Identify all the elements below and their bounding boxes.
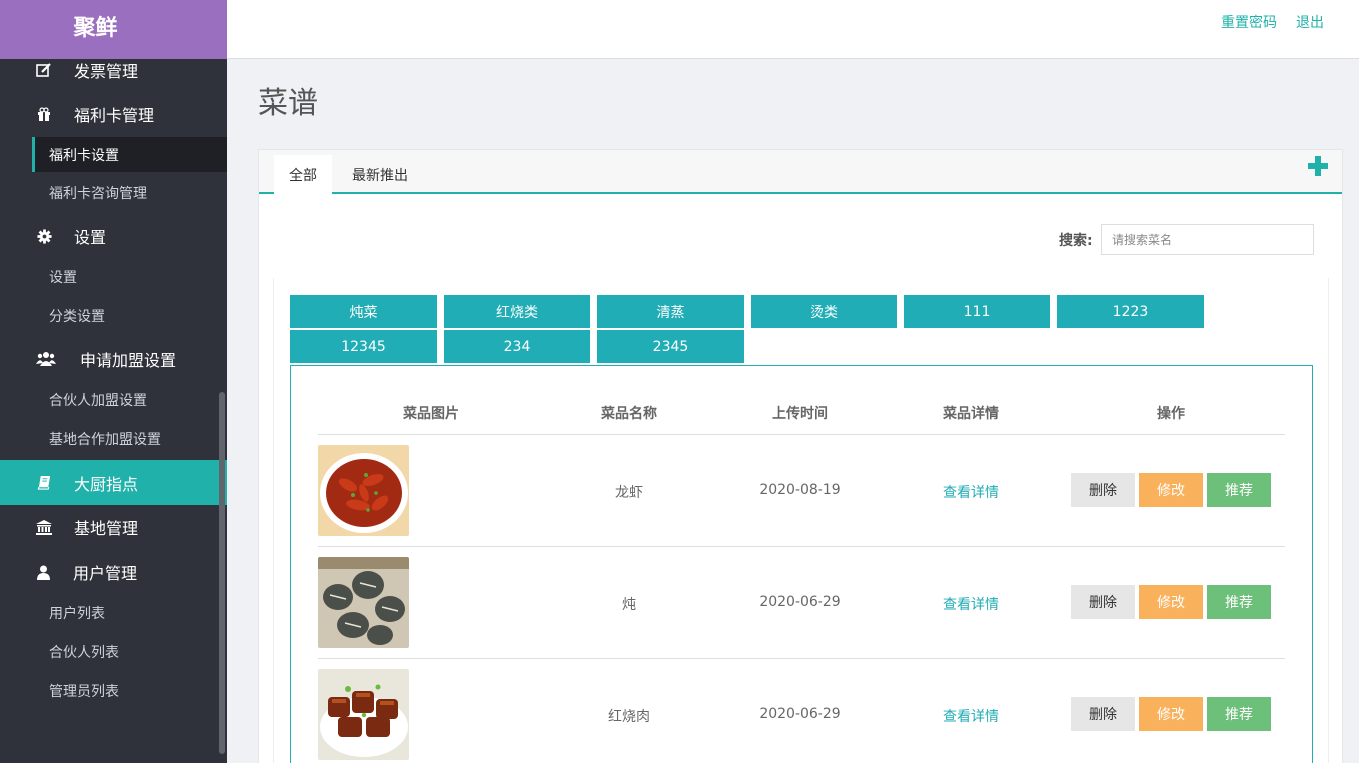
sidebar-subitem-label: 用户列表	[49, 606, 105, 622]
sidebar-subitem-base-franchise[interactable]: 基地合作加盟设置	[0, 420, 227, 458]
upload-date: 2020-06-29	[759, 706, 841, 722]
app-logo: 聚鲜	[0, 0, 227, 59]
delete-button[interactable]: 删除	[1071, 585, 1135, 619]
recommend-button[interactable]: 推荐	[1207, 473, 1271, 507]
edit-button[interactable]: 修改	[1139, 585, 1203, 619]
sidebar-subitem-label: 福利卡咨询管理	[49, 186, 147, 202]
dish-image	[318, 669, 409, 760]
view-detail-link[interactable]: 查看详情	[901, 594, 1041, 614]
category-button[interactable]: 111	[904, 295, 1050, 328]
reset-password-link[interactable]: 重置密码	[1221, 12, 1277, 32]
sidebar-item-label: 申请加盟设置	[80, 351, 177, 370]
dish-image	[318, 557, 409, 648]
sidebar-subitem-settings[interactable]: 设置	[0, 258, 227, 296]
sidebar-subitem-welfare-card-inquiry[interactable]: 福利卡咨询管理	[0, 174, 227, 212]
dish-image	[318, 445, 409, 536]
recipe-panel: 全部 最新推出 搜索: 炖菜 红烧类 清蒸 烫类 111 1223 12345 …	[258, 149, 1343, 763]
sidebar-item-franchise-settings[interactable]: 申请加盟设置	[0, 337, 227, 381]
sidebar-subitem-admin-list[interactable]: 管理员列表	[0, 672, 227, 710]
sidebar-subitem-welfare-card-settings[interactable]: 福利卡设置	[32, 137, 227, 172]
sidebar-item-invoice[interactable]: 发票管理	[0, 59, 227, 81]
tab-latest[interactable]: 最新推出	[341, 155, 419, 194]
table-header-name: 菜品名称	[601, 406, 657, 422]
sidebar-item-label: 设置	[74, 228, 107, 247]
divider	[318, 434, 1285, 435]
delete-button[interactable]: 删除	[1071, 697, 1135, 731]
divider	[318, 546, 1285, 547]
sidebar-subitem-label: 合伙人列表	[49, 645, 119, 661]
category-button[interactable]: 12345	[290, 330, 437, 363]
user-icon	[36, 564, 50, 580]
sidebar-subitem-category-settings[interactable]: 分类设置	[0, 297, 227, 335]
sidebar-subitem-label: 基地合作加盟设置	[49, 432, 161, 448]
sidebar-item-label: 基地管理	[74, 519, 139, 538]
category-button[interactable]: 烫类	[751, 295, 897, 328]
search-input[interactable]	[1101, 224, 1314, 255]
sidebar-scrollbar[interactable]	[219, 392, 225, 754]
edit-button[interactable]: 修改	[1139, 697, 1203, 731]
category-button[interactable]: 234	[444, 330, 590, 363]
category-button[interactable]: 1223	[1057, 295, 1204, 328]
table-header-date: 上传时间	[772, 406, 828, 422]
table-header-actions: 操作	[1157, 406, 1185, 422]
sidebar-item-chef-tips[interactable]: 大厨指点	[0, 460, 227, 505]
category-button[interactable]: 炖菜	[290, 295, 437, 328]
divider	[318, 658, 1285, 659]
sidebar-subitem-partner-list[interactable]: 合伙人列表	[0, 633, 227, 671]
sidebar-item-label: 发票管理	[74, 62, 139, 81]
edit-icon	[36, 62, 52, 78]
sidebar-subitem-label: 福利卡设置	[49, 147, 119, 164]
sidebar-item-user-management[interactable]: 用户管理	[0, 550, 227, 594]
sidebar-item-label: 用户管理	[73, 564, 138, 583]
logout-link[interactable]: 退出	[1296, 12, 1324, 32]
table-header-detail: 菜品详情	[943, 406, 999, 422]
users-icon	[36, 351, 56, 367]
recommend-button[interactable]: 推荐	[1207, 697, 1271, 731]
recommend-button[interactable]: 推荐	[1207, 585, 1271, 619]
upload-date: 2020-06-29	[759, 594, 841, 610]
sidebar-item-label: 大厨指点	[74, 474, 139, 494]
recipe-table: 菜品图片 菜品名称 上传时间 菜品详情 操作 龙虾 2020-08-19 查看详…	[290, 365, 1313, 763]
sidebar-item-settings[interactable]: 设置	[0, 214, 227, 258]
delete-button[interactable]: 删除	[1071, 473, 1135, 507]
dish-name: 红烧肉	[608, 709, 650, 725]
sidebar-item-base-management[interactable]: 基地管理	[0, 505, 227, 549]
book-icon	[36, 475, 52, 491]
sidebar: 聚鲜 发票管理 福利卡管理 福利卡设置 福利卡咨询管理 设置 设置 分类设置 申…	[0, 0, 227, 763]
dish-name: 龙虾	[615, 485, 643, 501]
gear-icon	[36, 228, 52, 244]
tab-bar: 全部 最新推出	[259, 150, 1342, 194]
category-button[interactable]: 红烧类	[444, 295, 590, 328]
sidebar-subitem-label: 设置	[49, 270, 77, 286]
add-icon[interactable]	[1308, 156, 1328, 176]
table-header-image: 菜品图片	[403, 406, 459, 422]
upload-date: 2020-08-19	[759, 482, 841, 498]
tab-all[interactable]: 全部	[274, 155, 332, 194]
sidebar-subitem-partner-franchise[interactable]: 合伙人加盟设置	[0, 381, 227, 419]
top-header: 重置密码 退出	[227, 0, 1359, 59]
gift-icon	[36, 106, 52, 122]
page-title: 菜谱	[258, 86, 318, 121]
view-detail-link[interactable]: 查看详情	[901, 482, 1041, 502]
sidebar-item-welfare-card[interactable]: 福利卡管理	[0, 92, 227, 136]
view-detail-link[interactable]: 查看详情	[901, 706, 1041, 726]
bank-icon	[36, 519, 52, 535]
edit-button[interactable]: 修改	[1139, 473, 1203, 507]
sidebar-item-label: 福利卡管理	[74, 106, 155, 125]
sidebar-subitem-label: 合伙人加盟设置	[49, 393, 147, 409]
category-button[interactable]: 清蒸	[597, 295, 744, 328]
sidebar-subitem-label: 管理员列表	[49, 684, 119, 700]
search-label: 搜索:	[1059, 233, 1093, 249]
sidebar-subitem-label: 分类设置	[49, 309, 105, 325]
dish-name: 炖	[622, 597, 636, 613]
sidebar-subitem-user-list[interactable]: 用户列表	[0, 594, 227, 632]
category-button[interactable]: 2345	[597, 330, 744, 363]
